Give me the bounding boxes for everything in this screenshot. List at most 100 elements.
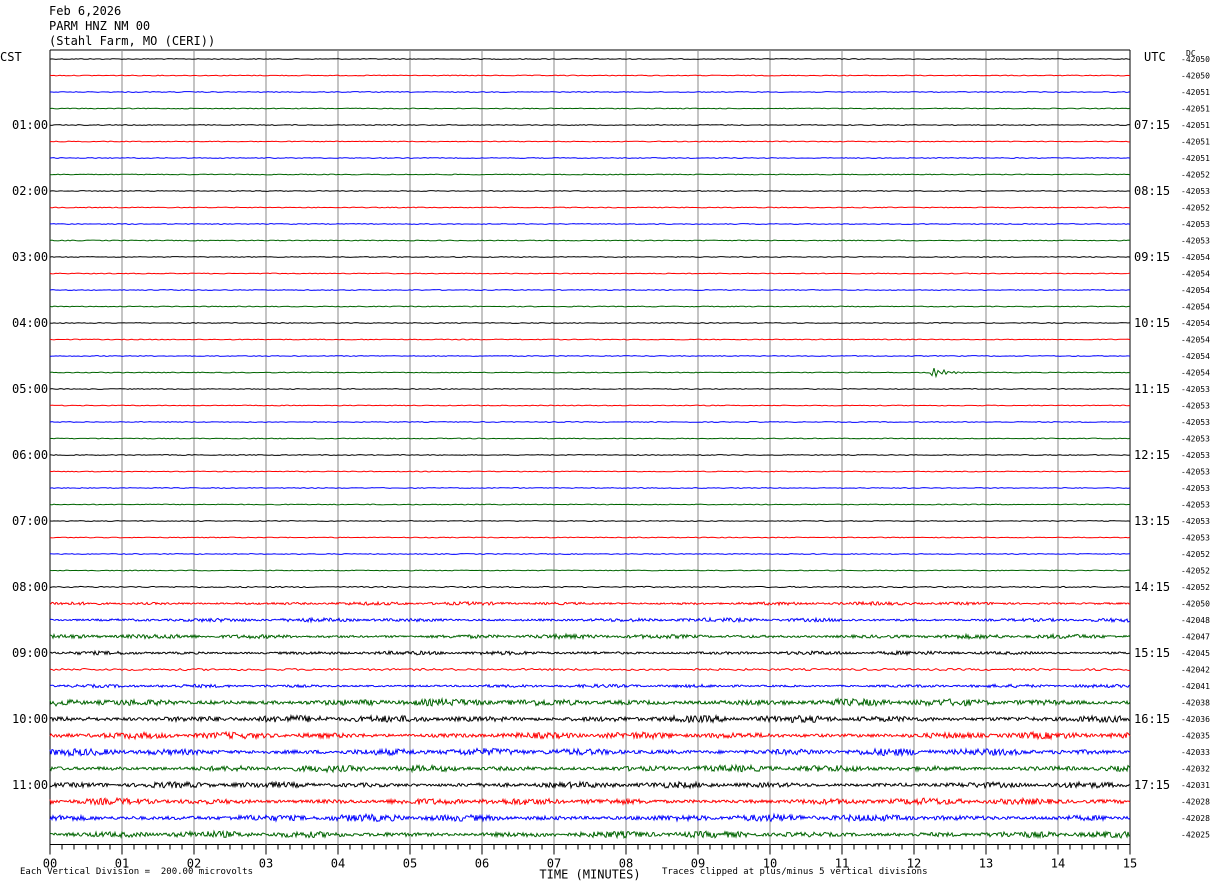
scale-note: Each Vertical Division = 200.00 microvol… <box>20 867 253 877</box>
seismic-trace <box>49 536 1131 539</box>
x-tick-label: 06 <box>475 857 489 871</box>
dc-offset-label: -42041 <box>1181 682 1210 691</box>
utc-hour-label: 08:15 <box>1134 184 1170 198</box>
dc-offset-label: -42053 <box>1181 237 1210 246</box>
seismic-trace <box>49 470 1131 473</box>
cst-hour-label: 08:00 <box>12 580 48 594</box>
cst-hour-label: 05:00 <box>12 382 48 396</box>
cst-hour-label: 10:00 <box>12 712 48 726</box>
seismic-trace <box>49 796 1131 806</box>
dc-offset-label: -42035 <box>1181 732 1210 741</box>
cst-hour-label: 07:00 <box>12 514 48 528</box>
utc-hour-label: 10:15 <box>1134 316 1170 330</box>
dc-offset-label: -42028 <box>1181 814 1210 823</box>
helicorder-plot: 00 01 02 03 04 05 06 07 08 09 10 11 12 13 14 15TIME (MI… <box>0 49 1210 882</box>
x-tick-label: 14 <box>1051 857 1065 871</box>
seismic-trace <box>49 667 1131 672</box>
dc-offset-label: -42036 <box>1181 715 1210 724</box>
seismic-trace <box>49 569 1131 572</box>
seismic-trace <box>49 437 1131 440</box>
dc-offset-label: -42031 <box>1181 781 1210 790</box>
utc-hour-label: 11:15 <box>1134 382 1170 396</box>
seismic-trace <box>49 632 1131 641</box>
seismic-trace <box>49 553 1131 555</box>
x-tick-label: 04 <box>331 857 345 871</box>
seismic-trace <box>49 600 1131 607</box>
seismic-trace <box>49 697 1131 708</box>
seismic-trace <box>49 58 1131 60</box>
dc-offset-label: -42054 <box>1181 286 1210 295</box>
dc-offset-label: -42038 <box>1181 699 1210 708</box>
x-tick-label: 05 <box>403 857 417 871</box>
cst-hour-label: 04:00 <box>12 316 48 330</box>
seismic-trace <box>49 780 1131 790</box>
dc-offset-label: -42053 <box>1181 435 1210 444</box>
dc-offset-label: -42032 <box>1181 765 1210 774</box>
seismic-trace <box>49 730 1131 741</box>
dc-offset-label: -42054 <box>1181 336 1210 345</box>
dc-offset-label: -42053 <box>1181 451 1210 460</box>
seismic-trace <box>49 173 1131 176</box>
dc-offset-label: -42054 <box>1181 352 1210 361</box>
seismic-trace <box>49 289 1131 291</box>
seismic-trace <box>49 157 1131 159</box>
trace-layer <box>49 58 1131 840</box>
seismic-trace <box>49 503 1131 506</box>
dc-offset-label: -42053 <box>1181 484 1210 493</box>
cst-hour-label: 02:00 <box>12 184 48 198</box>
seismic-trace <box>49 585 1131 589</box>
cst-hour-label: 11:00 <box>12 778 48 792</box>
dc-offset-label: -42051 <box>1181 121 1210 130</box>
seismic-trace <box>49 812 1131 823</box>
dc-offset-label: -42050 <box>1181 55 1210 64</box>
x-tick-label: 13 <box>979 857 993 871</box>
seismic-trace <box>49 256 1131 258</box>
dc-offset-label: -42053 <box>1181 402 1210 411</box>
dc-offset-label: -42053 <box>1181 187 1210 196</box>
seismic-trace <box>49 616 1131 624</box>
dc-offset-label: -42051 <box>1181 154 1210 163</box>
dc-offset-label: -42028 <box>1181 798 1210 807</box>
utc-hour-label: 16:15 <box>1134 712 1170 726</box>
dc-offset-label: -42053 <box>1181 418 1210 427</box>
utc-hour-label: 12:15 <box>1134 448 1170 462</box>
cst-hour-label: 06:00 <box>12 448 48 462</box>
cst-hour-label: 01:00 <box>12 118 48 132</box>
seismic-trace <box>49 272 1131 275</box>
cst-hour-label: 03:00 <box>12 250 48 264</box>
dc-offset-label: -42051 <box>1181 105 1210 114</box>
seismic-trace <box>49 140 1131 143</box>
utc-hour-label: 17:15 <box>1134 778 1170 792</box>
dc-offset-label: -42033 <box>1181 748 1210 757</box>
utc-hour-label: 13:15 <box>1134 514 1170 528</box>
seismic-trace <box>49 683 1131 689</box>
utc-hour-label: 14:15 <box>1134 580 1170 594</box>
dc-offset-label: -42047 <box>1181 633 1210 642</box>
dc-offset-label: -42053 <box>1181 517 1210 526</box>
seismic-trace <box>49 649 1131 657</box>
dc-offset-label: -42052 <box>1181 204 1210 213</box>
seismic-trace <box>49 355 1131 357</box>
seismic-trace <box>49 388 1131 390</box>
seismic-trace <box>49 338 1131 341</box>
dc-offset-label: -42042 <box>1181 666 1210 675</box>
x-tick-label: 15 <box>1123 857 1137 871</box>
dc-offset-label: -42054 <box>1181 303 1210 312</box>
cst-hour-label: 09:00 <box>12 646 48 660</box>
dc-offset-label: -42053 <box>1181 501 1210 510</box>
dc-offset-label: -42052 <box>1181 550 1210 559</box>
seismic-trace <box>49 763 1131 774</box>
dc-offset-label: -42053 <box>1181 534 1210 543</box>
dc-offset-label: -42054 <box>1181 270 1210 279</box>
utc-hour-label: 09:15 <box>1134 250 1170 264</box>
clip-note: Traces clipped at plus/minus 5 vertical … <box>662 867 928 877</box>
dc-offset-label: -42050 <box>1181 600 1210 609</box>
utc-label: UTC <box>1144 50 1166 64</box>
seismic-trace <box>49 747 1131 758</box>
dc-offset-label: -42045 <box>1181 649 1210 658</box>
seismic-trace <box>49 454 1131 456</box>
seismic-trace <box>49 829 1131 840</box>
seismic-trace <box>49 713 1131 724</box>
dc-offset-label: -42052 <box>1181 583 1210 592</box>
dc-offset-label: -42050 <box>1181 72 1210 81</box>
